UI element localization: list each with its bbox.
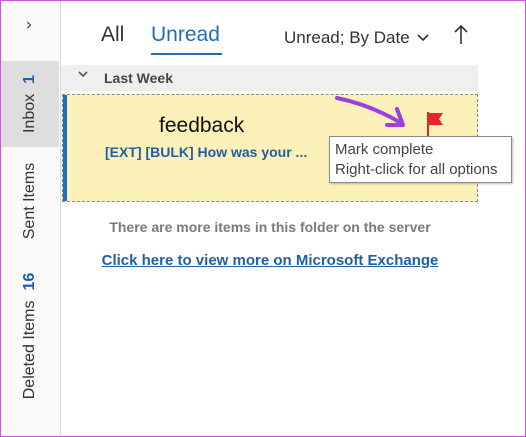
rail-deleted-label: Deleted Items xyxy=(21,300,38,400)
selection-bar xyxy=(63,95,67,201)
sort-dropdown[interactable]: Unread; By Date xyxy=(284,28,430,48)
message-sender: feedback xyxy=(159,114,245,137)
mail-list-pane: › Inbox1 Sent Items Deleted Items16 All … xyxy=(0,0,526,437)
rail-inbox-count: 1 xyxy=(21,74,38,84)
tooltip-line2: Right-click for all options xyxy=(335,161,498,178)
tooltip-line1: Mark complete xyxy=(335,141,434,158)
more-items-note: There are more items in this folder on t… xyxy=(109,219,431,235)
rail-sent-label: Sent Items xyxy=(21,162,38,240)
flag-icon[interactable] xyxy=(424,110,446,138)
tab-all[interactable]: All xyxy=(101,23,124,47)
sort-label: Unread; By Date xyxy=(284,28,410,47)
view-more-link[interactable]: Click here to view more on Microsoft Exc… xyxy=(61,252,479,269)
tab-unread[interactable]: Unread xyxy=(151,23,220,47)
group-label: Last Week xyxy=(104,70,173,86)
group-header-last-week[interactable]: Last Week xyxy=(61,65,478,91)
flag-tooltip: Mark complete Right-click for all option… xyxy=(329,136,512,183)
rail-item-sent[interactable]: Sent Items xyxy=(1,151,59,251)
chevron-down-icon xyxy=(77,68,89,84)
folder-rail: › Inbox 1 Sent Items Deleted Items 16 xyxy=(1,1,61,436)
expand-chevron-icon[interactable]: › xyxy=(19,15,39,35)
rail-item-deleted[interactable]: Deleted Items 16 xyxy=(1,256,59,416)
rail-deleted-count: 16 xyxy=(21,272,38,291)
tab-unread-underline xyxy=(151,53,222,55)
annotation-arrow-icon xyxy=(335,96,405,127)
rail-item-inbox[interactable]: Inbox 1 xyxy=(1,61,59,147)
rail-inbox-label: Inbox xyxy=(21,93,38,134)
message-subject: [EXT] [BULK] How was your ... xyxy=(105,144,308,160)
chevron-down-icon xyxy=(416,28,430,48)
arrow-up-icon[interactable] xyxy=(453,23,469,51)
